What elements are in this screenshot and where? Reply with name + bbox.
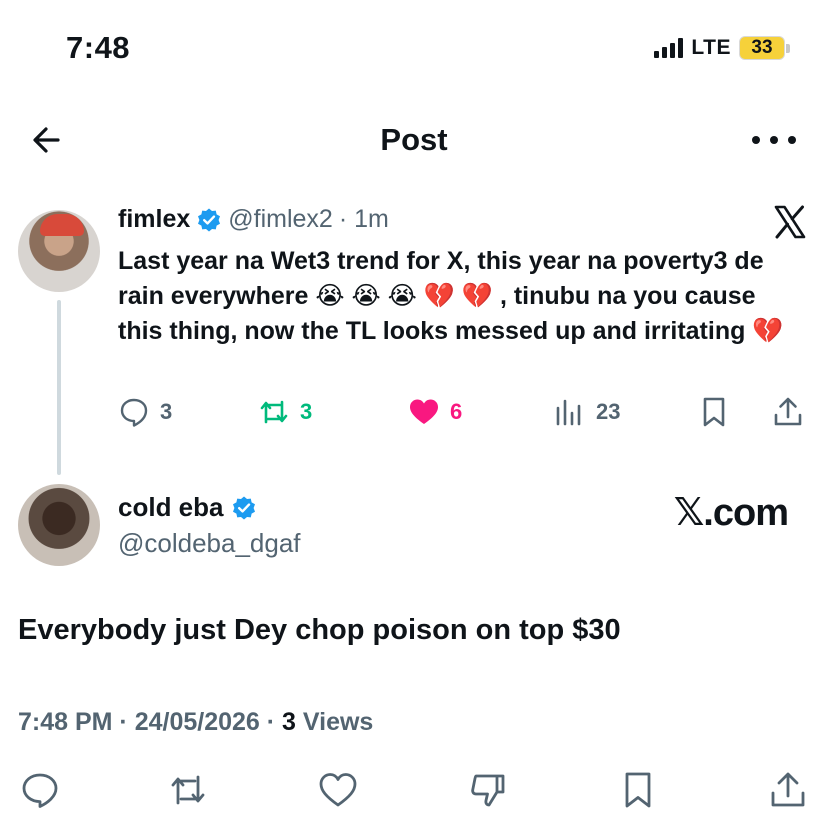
share-button[interactable]: [772, 396, 804, 428]
author-handle[interactable]: @coldeba_dgaf: [118, 528, 301, 559]
page-title: Post: [380, 122, 448, 157]
post-text: Everybody just Dey chop poison on top $3…: [18, 614, 621, 646]
reply-button[interactable]: [20, 770, 60, 810]
views-count: 3: [282, 708, 296, 736]
views-button[interactable]: 23: [554, 396, 620, 428]
repost-button[interactable]: [168, 770, 208, 810]
reply-icon: [22, 773, 58, 808]
views-count: 23: [596, 399, 621, 424]
repost-count: 3: [300, 399, 313, 424]
post-meta: 7:48 PM · 24/05/2026 · 3 Views: [18, 708, 373, 737]
share-icon: [771, 772, 805, 807]
x-com-watermark: 𝕏.com: [673, 492, 789, 534]
share-button[interactable]: [768, 770, 808, 810]
quoted-action-bar: 3 3 6 23: [118, 396, 808, 436]
reply-icon: [120, 398, 148, 427]
main-author: cold eba: [118, 492, 257, 523]
quoted-author: fimlex @fimlex2 · 1m: [118, 205, 389, 234]
like-icon: [410, 399, 438, 424]
x-logo-icon: [774, 205, 806, 239]
verified-icon: [198, 208, 221, 231]
repost-icon: [260, 400, 288, 424]
more-button[interactable]: [752, 120, 796, 160]
views-label: Views: [295, 708, 374, 736]
reply-button[interactable]: 3: [118, 396, 172, 428]
bookmark-icon: [625, 772, 651, 808]
battery-icon: 33: [739, 36, 790, 60]
avatar[interactable]: [18, 210, 100, 292]
repost-icon: [171, 775, 205, 805]
dislike-icon: [471, 774, 505, 807]
bookmark-button[interactable]: [698, 396, 730, 428]
post-timestamp[interactable]: 7:48 PM · 24/05/2026 ·: [18, 708, 282, 736]
dislike-button[interactable]: [468, 770, 508, 810]
signal-icon: [654, 38, 684, 58]
reply-count: 3: [160, 399, 173, 424]
status-time: 7:48: [66, 30, 131, 65]
like-button[interactable]: [318, 770, 358, 810]
main-action-bar: [0, 770, 828, 810]
author-handle[interactable]: @fimlex2: [228, 205, 333, 234]
repost-button[interactable]: 3: [258, 396, 312, 428]
status-indicators: LTE 33: [654, 36, 790, 60]
battery-level: 33: [739, 36, 785, 60]
avatar[interactable]: [18, 484, 100, 566]
author-name[interactable]: cold eba: [118, 492, 223, 523]
like-icon: [319, 773, 357, 807]
header: Post: [0, 112, 828, 168]
thread-line: [57, 300, 61, 475]
like-count: 6: [450, 399, 463, 424]
post-age: · 1m: [338, 205, 389, 233]
like-button[interactable]: 6: [408, 396, 462, 428]
share-icon: [774, 397, 802, 426]
network-type: LTE: [691, 36, 731, 59]
more-icon: [752, 136, 760, 144]
bookmark-icon: [703, 397, 725, 427]
views-icon: [556, 399, 581, 426]
quoted-text: Last year na Wet3 trend for X, this year…: [118, 247, 784, 345]
author-name[interactable]: fimlex: [118, 205, 190, 234]
bookmark-button[interactable]: [618, 770, 658, 810]
verified-icon: [233, 496, 256, 519]
